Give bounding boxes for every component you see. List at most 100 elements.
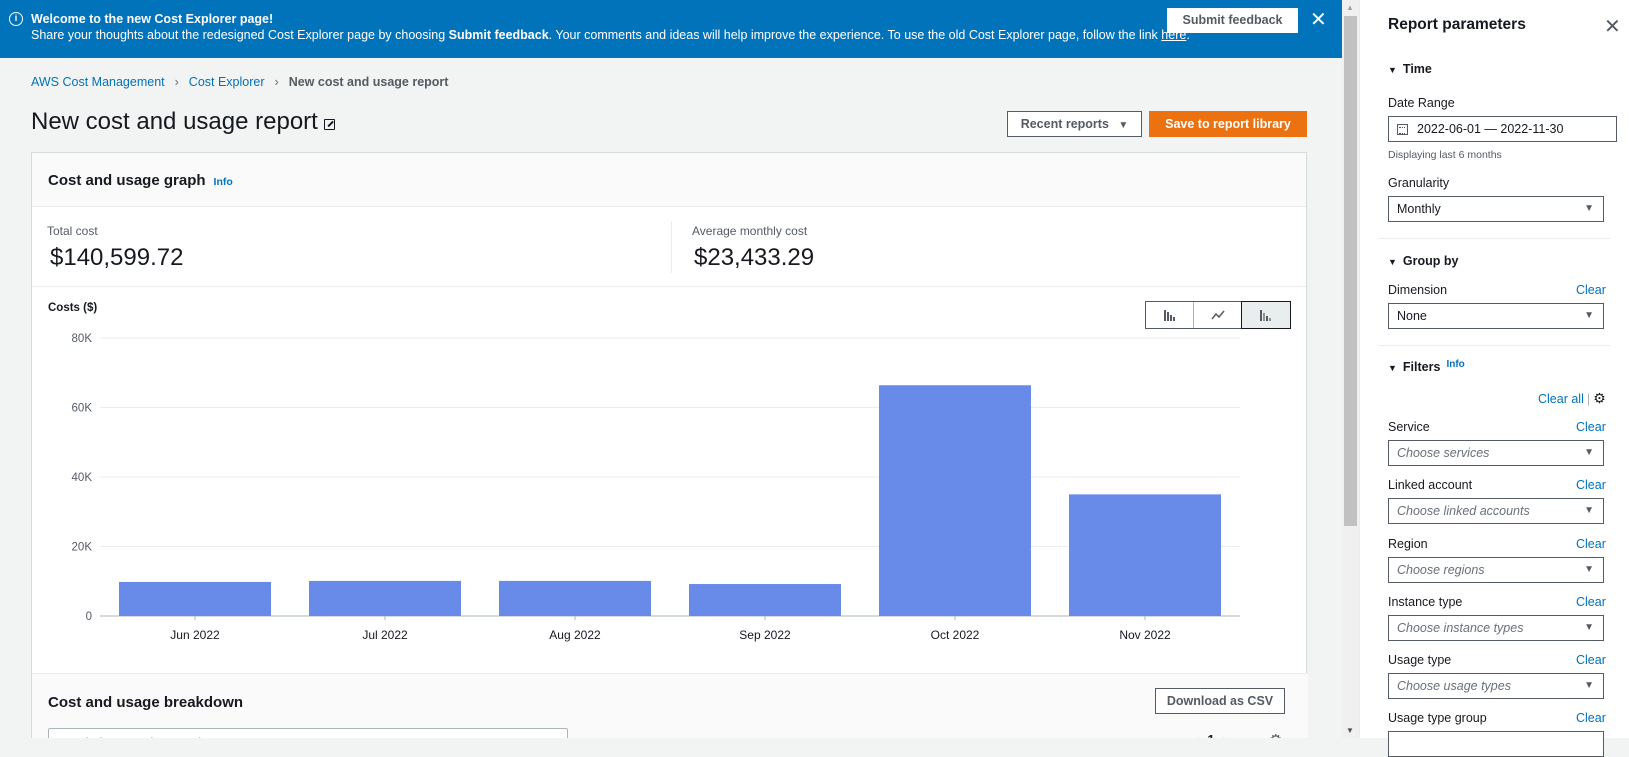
region-select[interactable]: Choose regions ▼ — [1388, 557, 1604, 583]
calendar-icon — [1397, 124, 1408, 135]
bar — [879, 385, 1031, 616]
download-csv-button[interactable]: Download as CSV — [1155, 688, 1285, 714]
chevron-right-icon: › — [174, 75, 179, 89]
separator: | — [1586, 392, 1591, 406]
cost-summary: Total cost $140,599.72 Average monthly c… — [32, 207, 1306, 287]
service-select[interactable]: Choose services ▼ — [1388, 440, 1604, 466]
pagination: ‹ 1 › — [1195, 732, 1227, 738]
card-title: Cost and usage graph Info — [48, 172, 233, 189]
info-icon: i — [9, 12, 23, 26]
caret-down-icon: ▼ — [1584, 564, 1594, 575]
bar — [309, 580, 461, 616]
banner-message: Share your thoughts about the redesigned… — [31, 28, 1190, 42]
total-cost-value: $140,599.72 — [50, 244, 184, 271]
granularity-label: Granularity — [1388, 176, 1450, 190]
section-time[interactable]: ▼ Time — [1388, 62, 1432, 76]
dimension-clear-link[interactable]: Clear — [1576, 283, 1606, 297]
main-content: i Welcome to the new Cost Explorer page!… — [0, 0, 1342, 738]
page-title: New cost and usage report — [31, 108, 335, 136]
panel-title: Report parameters — [1388, 16, 1526, 33]
x-tick-label: Nov 2022 — [1119, 628, 1171, 642]
clear-all-row: Clear all | ⚙ — [1538, 390, 1606, 407]
edit-icon[interactable] — [323, 119, 335, 130]
avg-cost-label: Average monthly cost — [692, 224, 808, 238]
bar — [1069, 494, 1221, 616]
region-clear-link[interactable]: Clear — [1576, 537, 1606, 551]
linked-account-placeholder: Choose linked accounts — [1397, 504, 1530, 518]
divider — [1378, 238, 1610, 239]
close-icon[interactable]: ✕ — [1310, 8, 1327, 32]
clear-all-link[interactable]: Clear all — [1538, 392, 1584, 406]
divider — [671, 221, 672, 273]
save-to-report-library-button[interactable]: Save to report library — [1149, 111, 1307, 137]
banner-message-bold: Submit feedback — [448, 28, 549, 42]
avg-cost-value: $23,433.29 — [694, 244, 815, 271]
caret-down-icon: ▼ — [1584, 505, 1594, 516]
breadcrumb: AWS Cost Management › Cost Explorer › New co… — [31, 75, 448, 89]
breadcrumb-cost-explorer[interactable]: Cost Explorer — [189, 75, 265, 89]
breadcrumb-current: New cost and usage report — [288, 75, 449, 89]
usage-type-placeholder: Choose usage types — [1397, 679, 1511, 693]
caret-down-icon: ▼ — [1584, 310, 1594, 321]
linked-account-clear-link[interactable]: Clear — [1576, 478, 1606, 492]
caret-down-icon: ▼ — [1584, 622, 1594, 633]
recent-reports-button[interactable]: Recent reports ▼ — [1007, 111, 1142, 137]
date-range-value: 2022-06-01 — 2022-11-30 — [1417, 122, 1564, 136]
granularity-select[interactable]: Monthly ▼ — [1388, 196, 1604, 222]
scroll-up-icon[interactable]: ▲ — [1346, 3, 1354, 12]
section-filters[interactable]: ▼ Filters Info — [1388, 359, 1465, 374]
page-number[interactable]: 1 — [1207, 732, 1214, 738]
breakdown-search-input[interactable]: Find cost and usage data — [48, 728, 568, 738]
y-tick-label: 0 — [86, 611, 92, 623]
submit-feedback-button[interactable]: Submit feedback — [1167, 8, 1298, 33]
scrollbar-thumb[interactable] — [1344, 16, 1357, 526]
instance-type-select[interactable]: Choose instance types ▼ — [1388, 615, 1604, 641]
breadcrumb-aws-cost-management[interactable]: AWS Cost Management — [31, 75, 165, 89]
dimension-select[interactable]: None ▼ — [1388, 303, 1604, 329]
info-link[interactable]: Info — [214, 176, 233, 188]
usage-type-group-select[interactable] — [1388, 731, 1604, 757]
prev-page-icon[interactable]: ‹ — [1195, 732, 1199, 738]
usage-type-clear-link[interactable]: Clear — [1576, 653, 1606, 667]
x-tick-label: Jul 2022 — [362, 628, 408, 642]
instance-type-clear-link[interactable]: Clear — [1576, 595, 1606, 609]
caret-down-icon: ▼ — [1118, 120, 1129, 131]
report-parameters-panel: Report parameters ✕ ▼ Time Date Range 202… — [1359, 0, 1629, 757]
page-title-text: New cost and usage report — [31, 108, 318, 135]
y-tick-label: 80K — [72, 333, 93, 345]
granularity-value: Monthly — [1397, 202, 1441, 216]
filter-label-instance-type: Instance type — [1388, 595, 1463, 609]
gear-icon[interactable]: ⚙ — [1593, 390, 1606, 406]
x-tick-label: Sep 2022 — [739, 628, 791, 642]
next-page-icon[interactable]: › — [1223, 732, 1227, 738]
x-tick-label: Aug 2022 — [549, 628, 601, 642]
dimension-label: Dimension — [1388, 283, 1448, 297]
date-range-input[interactable]: 2022-06-01 — 2022-11-30 — [1388, 116, 1617, 142]
filter-label-usage-type: Usage type — [1388, 653, 1452, 667]
caret-down-icon: ▼ — [1388, 65, 1397, 75]
welcome-banner: i Welcome to the new Cost Explorer page!… — [0, 0, 1342, 58]
service-clear-link[interactable]: Clear — [1576, 420, 1606, 434]
gear-icon[interactable]: ⚙ — [1269, 731, 1282, 738]
divider — [1378, 345, 1610, 346]
cost-usage-graph-card: Cost and usage graph Info Total cost $140… — [31, 152, 1308, 738]
linked-account-select[interactable]: Choose linked accounts ▼ — [1388, 498, 1604, 524]
instance-type-placeholder: Choose instance types — [1397, 621, 1524, 635]
main-scrollbar[interactable]: ▲ ▼ — [1342, 0, 1359, 738]
bar — [119, 581, 271, 616]
service-placeholder: Choose services — [1397, 446, 1490, 460]
bar — [499, 580, 651, 616]
scroll-down-icon[interactable]: ▼ — [1346, 726, 1354, 735]
usage-type-select[interactable]: Choose usage types ▼ — [1388, 673, 1604, 699]
filter-label-service: Service — [1388, 420, 1430, 434]
x-tick-label: Jun 2022 — [170, 628, 220, 642]
filters-info-link[interactable]: Info — [1446, 359, 1464, 370]
usage-type-group-clear-link[interactable]: Clear — [1576, 711, 1606, 725]
recent-reports-label: Recent reports — [1020, 117, 1109, 131]
x-tick-label: Oct 2022 — [931, 628, 980, 642]
banner-title: Welcome to the new Cost Explorer page! — [31, 12, 274, 26]
close-icon[interactable]: ✕ — [1604, 14, 1621, 39]
banner-message-text-2: . Your comments and ideas will help impr… — [548, 28, 1162, 42]
section-group-by[interactable]: ▼ Group by — [1388, 254, 1458, 268]
filter-label-usage-type-group: Usage type group — [1388, 711, 1487, 725]
